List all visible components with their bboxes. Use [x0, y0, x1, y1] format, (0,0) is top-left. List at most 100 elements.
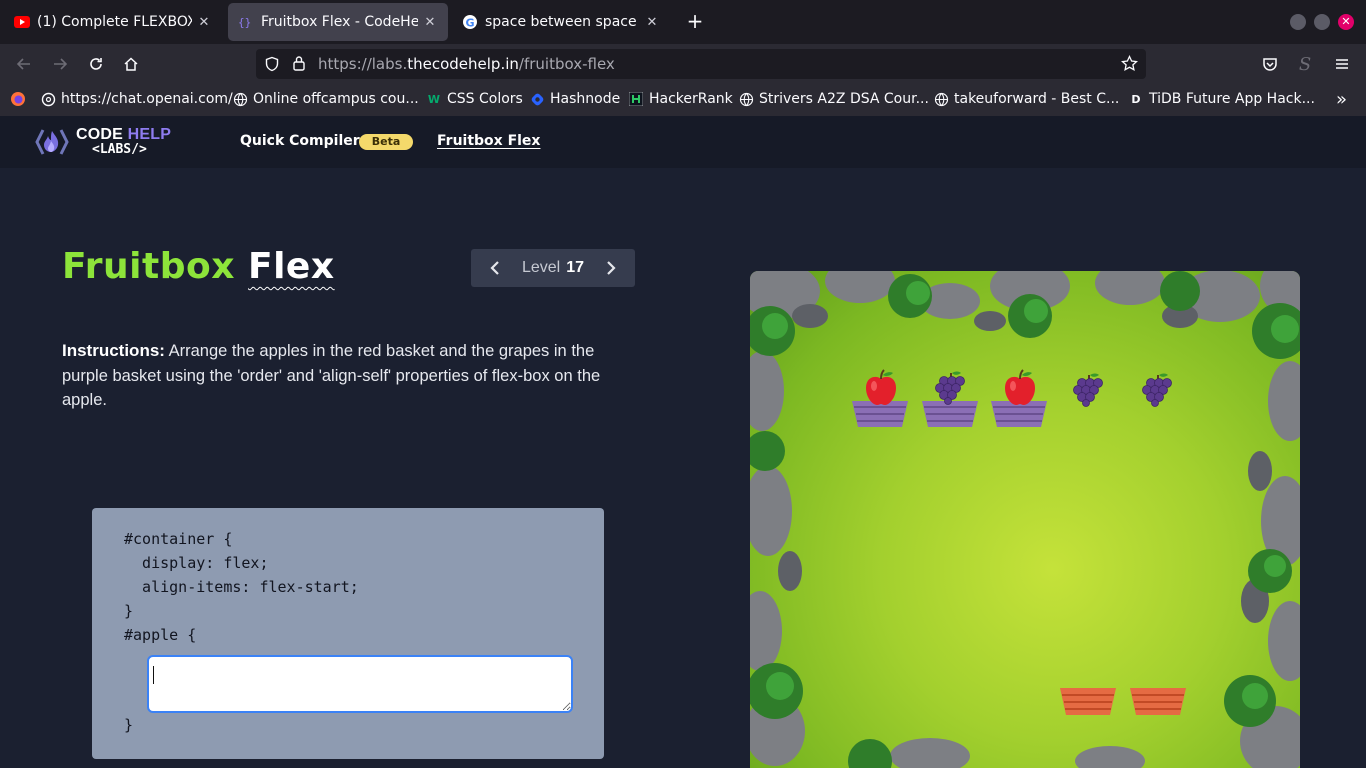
level-number: 17: [566, 259, 585, 276]
hamburger-menu-icon: [1336, 59, 1348, 69]
instructions: Instructions: Arrange the apples in the …: [62, 339, 622, 413]
globe-icon: [232, 91, 248, 107]
css-code-input[interactable]: [147, 655, 573, 713]
bookmark-item[interactable]: Hashnode: [529, 91, 620, 107]
logo-labs-text: <LABS/>: [92, 142, 147, 157]
tab-title: (1) Complete FLEXBOX in: [37, 14, 192, 30]
flame-logo-icon: [35, 129, 69, 155]
bookmark-item[interactable]: https://chat.openai.com/: [40, 91, 233, 107]
pocket-button[interactable]: [1258, 52, 1282, 76]
bookmark-item[interactable]: Online offcampus cou...: [232, 91, 419, 107]
codehelp-logo[interactable]: CODE HELP <LABS/>: [34, 124, 171, 160]
forward-button[interactable]: [48, 52, 72, 76]
code-line: }: [124, 716, 134, 734]
reload-button[interactable]: [84, 52, 108, 76]
level-label: Level: [521, 259, 561, 276]
menu-button[interactable]: [1330, 52, 1354, 76]
bookmark-label: takeuforward - Best C...: [954, 91, 1120, 107]
bookmark-label: CSS Colors: [447, 91, 523, 107]
code-line: #container {: [124, 530, 233, 548]
tab-strip: (1) Complete FLEXBOX in ✕ {} Fruitbox Fl…: [0, 0, 1366, 44]
home-button[interactable]: [119, 52, 143, 76]
logo-help-text: HELP: [127, 126, 172, 143]
chevron-right-icon[interactable]: [604, 260, 618, 276]
apple-icon: [1005, 369, 1035, 405]
text-caret: [153, 666, 154, 684]
back-arrow-icon: [16, 58, 30, 70]
reload-icon: [90, 58, 102, 70]
maximize-button[interactable]: [1314, 14, 1330, 30]
forward-arrow-icon: [54, 58, 68, 70]
close-tab-icon[interactable]: ✕: [644, 15, 660, 30]
garden-border-decoration: [750, 271, 1300, 768]
new-tab-button[interactable]: +: [684, 10, 706, 32]
bookmark-item[interactable]: D TiDB Future App Hack...: [1128, 91, 1315, 107]
tab-google-search[interactable]: G space between space ever ✕: [452, 3, 670, 41]
bookmark-label: Hashnode: [550, 91, 621, 107]
youtube-icon: [14, 14, 30, 30]
level-selector: Level 17: [471, 249, 635, 287]
bookmark-label: Online offcampus cou...: [253, 91, 419, 107]
google-icon: G: [462, 14, 478, 30]
page-title: Fruitbox Flex: [62, 246, 335, 287]
globe-icon: [933, 91, 949, 107]
bookmark-item[interactable]: Strivers A2Z DSA Cour...: [738, 91, 929, 107]
window-close-button[interactable]: ✕: [1338, 14, 1354, 30]
close-tab-icon[interactable]: ✕: [196, 15, 212, 30]
bookmark-label: HackerRank: [649, 91, 733, 107]
bookmark-item[interactable]: W CSS Colors: [426, 91, 523, 107]
url-text: https://labs.thecodehelp.in/fruitbox-fle…: [318, 55, 615, 73]
level-indicator[interactable]: Level 17: [522, 259, 584, 277]
bookmark-item[interactable]: HackerRank: [628, 91, 733, 107]
game-board: [750, 271, 1300, 768]
hackerrank-icon: [628, 91, 644, 107]
grapes-icon: [1073, 373, 1103, 407]
code-line: }: [124, 602, 134, 620]
pocket-icon: [1263, 58, 1277, 71]
back-button[interactable]: [12, 52, 36, 76]
css-editor: #container { display: flex; align-items:…: [92, 508, 604, 759]
svg-text:{}: {}: [238, 16, 251, 29]
bookmark-item[interactable]: takeuforward - Best C...: [933, 91, 1119, 107]
red-basket: [1130, 688, 1186, 715]
code-line: #apple {: [124, 626, 197, 644]
address-bar[interactable]: https://labs.thecodehelp.in/fruitbox-fle…: [256, 49, 1146, 79]
nav-fruitbox-flex[interactable]: Fruitbox Flex: [437, 133, 540, 149]
code-line: align-items: flex-start;: [124, 578, 359, 596]
tracking-shield-icon[interactable]: [264, 56, 280, 76]
home-icon: [124, 57, 138, 71]
lock-icon[interactable]: [292, 55, 306, 75]
tab-fruitbox-flex[interactable]: {} Fruitbox Flex - CodeHelp ✕: [228, 3, 448, 41]
logo-code-text: CODE: [76, 126, 128, 143]
extension-s-icon[interactable]: S: [1293, 52, 1317, 76]
red-basket: [1060, 688, 1116, 715]
title-flex: Flex: [248, 246, 335, 287]
title-fruitbox: Fruitbox: [62, 246, 235, 287]
site-header: CODE HELP <LABS/> Quick Compiler Beta Fr…: [0, 116, 1366, 168]
code-line: display: flex;: [124, 554, 269, 572]
hashnode-icon: [529, 91, 545, 107]
globe-icon: [738, 91, 754, 107]
devpost-icon: D: [1131, 92, 1141, 106]
beta-badge: Beta: [359, 134, 413, 150]
chevron-left-icon[interactable]: [488, 260, 502, 276]
codehelp-icon: {}: [238, 14, 254, 30]
minimize-button[interactable]: [1290, 14, 1306, 30]
openai-icon: [40, 91, 56, 107]
nav-quick-compiler[interactable]: Quick Compiler: [240, 133, 360, 149]
more-bookmarks-chevron-icon[interactable]: »: [1336, 89, 1347, 110]
svg-text:G: G: [466, 17, 475, 30]
bookmark-label: Strivers A2Z DSA Cour...: [759, 91, 929, 107]
bookmark-label: https://chat.openai.com/: [61, 91, 233, 107]
firefox-bookmark[interactable]: [10, 91, 31, 107]
grapes-icon: [1142, 373, 1172, 407]
bookmark-star-icon[interactable]: [1121, 54, 1138, 76]
instructions-label: Instructions:: [62, 341, 165, 360]
tab-title: Fruitbox Flex - CodeHelp: [261, 14, 418, 30]
firefox-icon: [10, 91, 26, 107]
close-tab-icon[interactable]: ✕: [422, 15, 438, 30]
w3-icon: W: [427, 92, 441, 106]
tab-youtube-flexbox[interactable]: (1) Complete FLEXBOX in ✕: [4, 3, 222, 41]
apple-icon: [866, 369, 896, 405]
grapes-icon: [935, 371, 965, 405]
